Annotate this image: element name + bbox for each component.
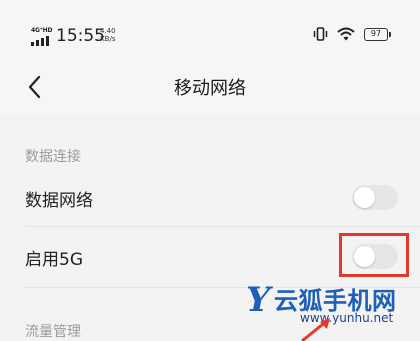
setting-row-mobile-data[interactable]: 数据网络 <box>0 168 420 226</box>
status-time: 15:55 <box>56 26 105 46</box>
signal-icon: 4G⁺HD <box>31 27 53 48</box>
setting-label: 启用5G <box>25 250 83 270</box>
section-title-traffic-management: 流量管理 <box>25 324 81 340</box>
battery-icon: 97 <box>364 27 391 41</box>
setting-label: 数据网络 <box>25 191 93 211</box>
status-bar: 4G⁺HD 15:55 4.40 KB/s 97 <box>0 0 420 66</box>
page-header: 移动网络 <box>0 66 420 114</box>
toggle-knob <box>354 187 375 208</box>
page-title: 移动网络 <box>174 78 246 99</box>
pointer-arrow-icon <box>301 318 330 341</box>
network-type-label: 4G⁺HD <box>31 27 53 34</box>
highlight-box <box>339 233 409 277</box>
wifi-icon <box>337 27 355 41</box>
battery-level: 97 <box>370 28 382 38</box>
section-title-data-connection: 数据连接 <box>25 149 81 165</box>
watermark-logo-letter: Y <box>246 280 270 320</box>
mobile-data-toggle[interactable] <box>352 185 398 210</box>
network-speed-value: 4.40 <box>100 27 116 35</box>
vibrate-icon <box>313 27 328 41</box>
network-speed-unit: KB/s <box>100 35 116 43</box>
network-speed: 4.40 KB/s <box>100 27 116 43</box>
